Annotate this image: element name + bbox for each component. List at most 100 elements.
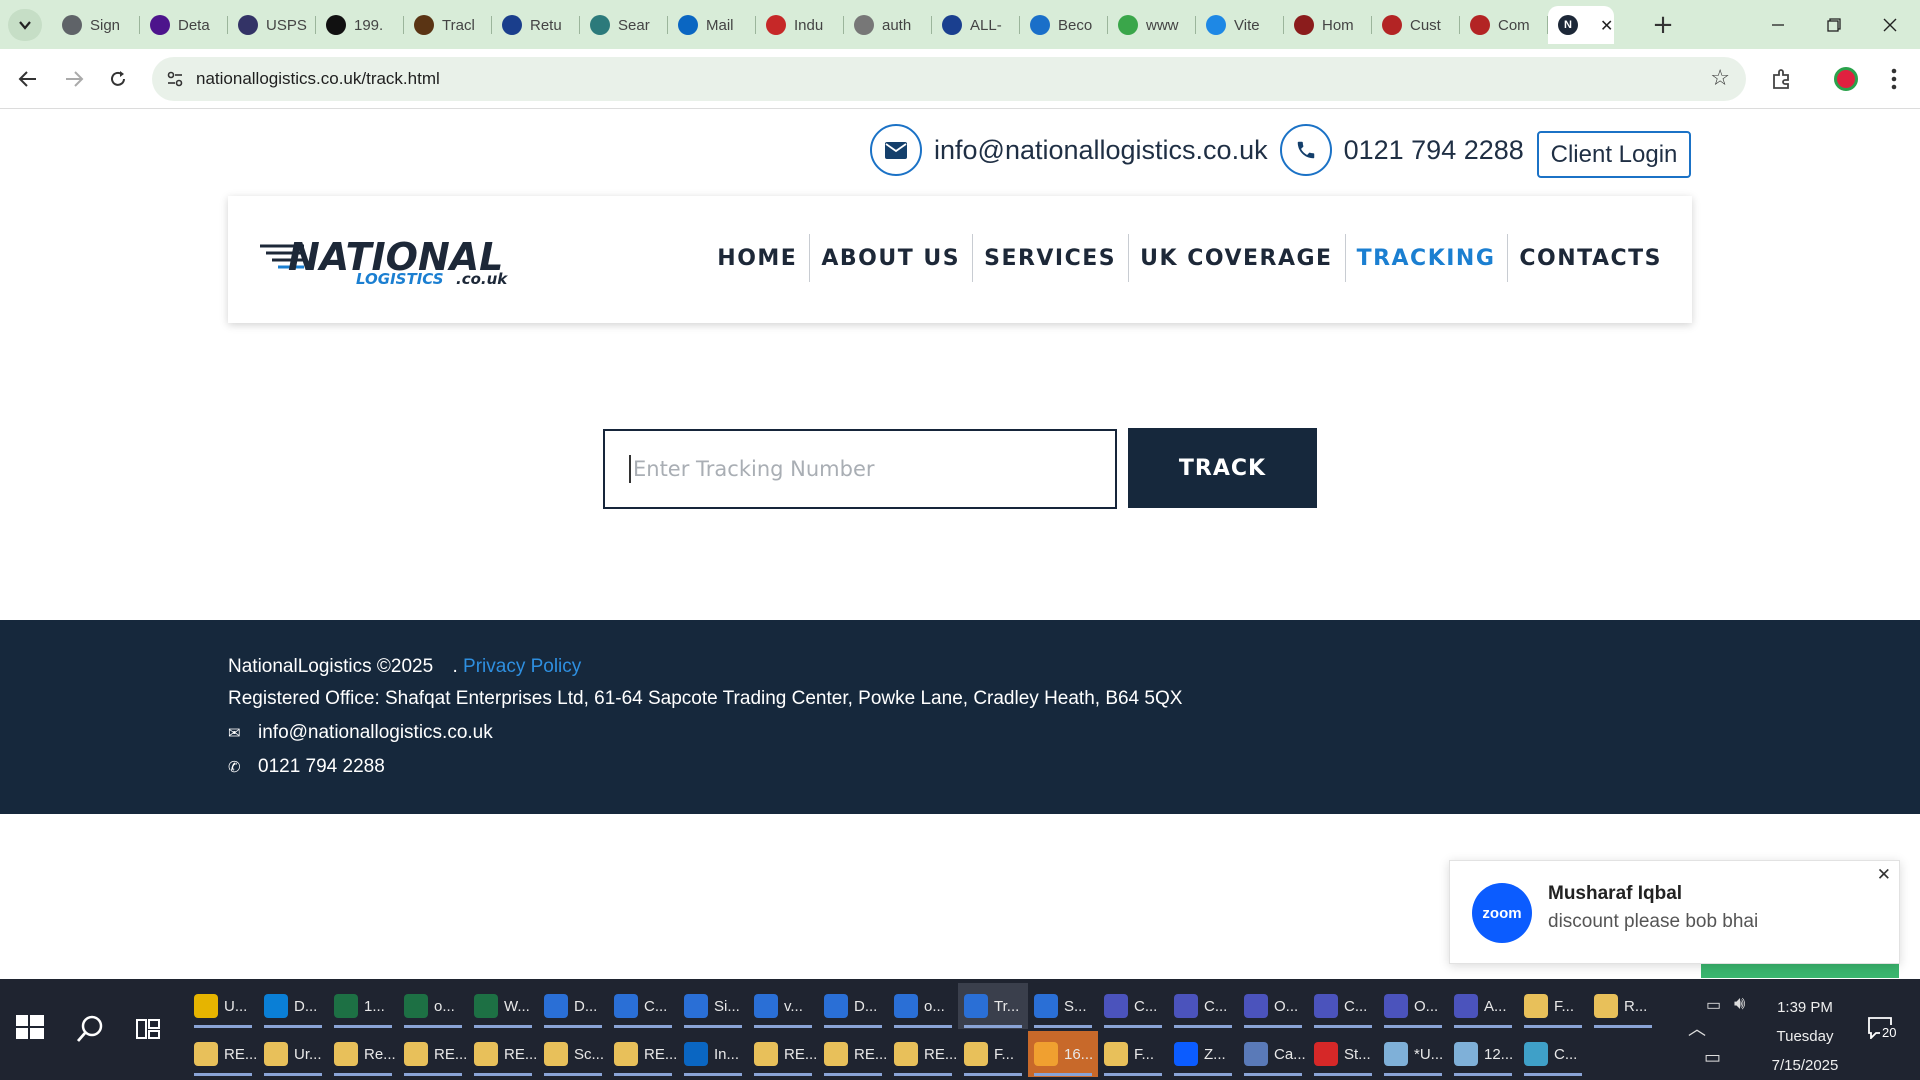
taskbar-app-button[interactable]: C...: [1308, 983, 1378, 1029]
nav-about-us[interactable]: ABOUT US: [809, 234, 972, 282]
taskbar-app-button[interactable]: RE...: [188, 1031, 258, 1077]
tab[interactable]: Sign: [52, 6, 140, 44]
taskbar-app-button[interactable]: O...: [1238, 983, 1308, 1029]
back-button[interactable]: [10, 61, 46, 97]
zoom-notification[interactable]: zoom Musharaf Iqbal discount please bob …: [1449, 860, 1900, 964]
nav-tracking[interactable]: TRACKING: [1344, 234, 1508, 282]
tab[interactable]: ALL-: [932, 6, 1020, 44]
taskbar-app-button[interactable]: S...: [1028, 983, 1098, 1029]
tab[interactable]: Sear: [580, 6, 668, 44]
tab[interactable]: auth: [844, 6, 932, 44]
nav-home[interactable]: HOME: [705, 234, 809, 282]
minimize-button[interactable]: [1750, 0, 1806, 49]
header-email[interactable]: info@nationallogistics.co.uk: [934, 135, 1268, 166]
tab[interactable]: Deta: [140, 6, 228, 44]
taskbar-app-button[interactable]: In...: [678, 1031, 748, 1077]
taskbar-app-button[interactable]: Sc...: [538, 1031, 608, 1077]
tab[interactable]: Beco: [1020, 6, 1108, 44]
taskbar-app-button[interactable]: F...: [1518, 983, 1588, 1029]
search-button[interactable]: [70, 1009, 110, 1049]
tab[interactable]: Vite: [1196, 6, 1284, 44]
taskbar-app-button[interactable]: C...: [1168, 983, 1238, 1029]
nav-uk-coverage[interactable]: UK COVERAGE: [1128, 234, 1344, 282]
taskbar-app-button[interactable]: o...: [888, 983, 958, 1029]
task-view-button[interactable]: [128, 1009, 168, 1049]
taskbar-app-button[interactable]: 16...: [1028, 1031, 1098, 1077]
taskbar-app-button[interactable]: C...: [1518, 1031, 1588, 1077]
tab[interactable]: Indu: [756, 6, 844, 44]
bookmark-star-icon[interactable]: ☆: [1710, 66, 1730, 91]
taskbar-app-button[interactable]: R...: [1588, 983, 1658, 1029]
tab[interactable]: Tracl: [404, 6, 492, 44]
new-tab-button[interactable]: +: [1646, 9, 1680, 41]
tab-search-button[interactable]: [8, 9, 42, 41]
taskbar-app-button[interactable]: v...: [748, 983, 818, 1029]
reload-button[interactable]: [100, 61, 136, 97]
taskbar-app-button[interactable]: C...: [608, 983, 678, 1029]
privacy-policy-link[interactable]: Privacy Policy: [463, 656, 581, 677]
client-login-button[interactable]: Client Login: [1537, 131, 1691, 178]
taskbar-app-button[interactable]: D...: [258, 983, 328, 1029]
tab[interactable]: Com: [1460, 6, 1548, 44]
profile-avatar[interactable]: [1830, 63, 1862, 95]
taskbar-app-button[interactable]: RE...: [398, 1031, 468, 1077]
taskbar-app-button[interactable]: Ca...: [1238, 1031, 1308, 1077]
taskbar-app-button[interactable]: D...: [818, 983, 888, 1029]
taskbar-app-button[interactable]: Ur...: [258, 1031, 328, 1077]
taskbar-app-button[interactable]: F...: [958, 1031, 1028, 1077]
tab[interactable]: Mail: [668, 6, 756, 44]
clock-date[interactable]: 7/15/2025: [1690, 1057, 1920, 1074]
nav-contacts[interactable]: CONTACTS: [1507, 234, 1674, 282]
tab[interactable]: USPS: [228, 6, 316, 44]
taskbar-app-button[interactable]: Tr...: [958, 983, 1028, 1029]
taskbar-app-button[interactable]: 12...: [1448, 1031, 1518, 1077]
taskbar-app-button[interactable]: RE...: [608, 1031, 678, 1077]
taskbar-app-button[interactable]: W...: [468, 983, 538, 1029]
tracking-number-input[interactable]: Enter Tracking Number: [603, 429, 1117, 509]
close-icon[interactable]: ✕: [1877, 865, 1891, 885]
taskbar-app-button[interactable]: Re...: [328, 1031, 398, 1077]
tab[interactable]: www: [1108, 6, 1196, 44]
site-logo[interactable]: NATIONAL LOGISTICS .co.uk: [260, 232, 520, 292]
email-circle[interactable]: [870, 124, 922, 176]
site-info-icon[interactable]: [164, 68, 186, 90]
close-window-button[interactable]: [1862, 0, 1918, 49]
phone-circle[interactable]: [1279, 124, 1332, 176]
taskbar-app-button[interactable]: RE...: [888, 1031, 958, 1077]
taskbar-app-button[interactable]: Si...: [678, 983, 748, 1029]
taskbar-app-button[interactable]: Z...: [1168, 1031, 1238, 1077]
notification-center-button[interactable]: 20: [1868, 1017, 1902, 1047]
restore-button[interactable]: [1806, 0, 1862, 49]
more-menu-icon[interactable]: [1878, 63, 1910, 95]
extensions-icon[interactable]: [1766, 63, 1798, 95]
track-button[interactable]: TRACK: [1128, 428, 1317, 508]
close-tab-icon[interactable]: ✕: [1600, 16, 1613, 35]
taskbar-app-button[interactable]: *U...: [1378, 1031, 1448, 1077]
taskbar-app-button[interactable]: U...: [188, 983, 258, 1029]
taskbar-app-button[interactable]: o...: [398, 983, 468, 1029]
address-bar[interactable]: nationallogistics.co.uk/track.html ☆: [152, 57, 1746, 101]
taskbar-app-button[interactable]: D...: [538, 983, 608, 1029]
tab-active[interactable]: N ✕: [1548, 6, 1614, 44]
tab[interactable]: Retu: [492, 6, 580, 44]
taskbar-app-button[interactable]: RE...: [468, 1031, 538, 1077]
taskbar-app-button[interactable]: 1...: [328, 983, 398, 1029]
forward-button[interactable]: [56, 61, 92, 97]
taskbar-app-button[interactable]: C...: [1098, 983, 1168, 1029]
tab[interactable]: Cust: [1372, 6, 1460, 44]
taskbar-app-button[interactable]: RE...: [818, 1031, 888, 1077]
taskbar-app-button[interactable]: F...: [1098, 1031, 1168, 1077]
footer-phone[interactable]: 0121 794 2288: [258, 756, 385, 777]
taskbar-app-button[interactable]: St...: [1308, 1031, 1378, 1077]
start-button[interactable]: [12, 1009, 48, 1045]
clock-time[interactable]: 1:39 PM: [1690, 999, 1920, 1016]
footer-email[interactable]: info@nationallogistics.co.uk: [258, 722, 493, 743]
tab[interactable]: Hom: [1284, 6, 1372, 44]
taskbar-app-button[interactable]: RE...: [748, 1031, 818, 1077]
tab[interactable]: 199.: [316, 6, 404, 44]
taskbar-app-button[interactable]: O...: [1378, 983, 1448, 1029]
url-text[interactable]: nationallogistics.co.uk/track.html: [196, 69, 440, 89]
nav-services[interactable]: SERVICES: [972, 234, 1128, 282]
taskbar-app-button[interactable]: A...: [1448, 983, 1518, 1029]
header-phone[interactable]: 0121 794 2288: [1344, 135, 1524, 166]
